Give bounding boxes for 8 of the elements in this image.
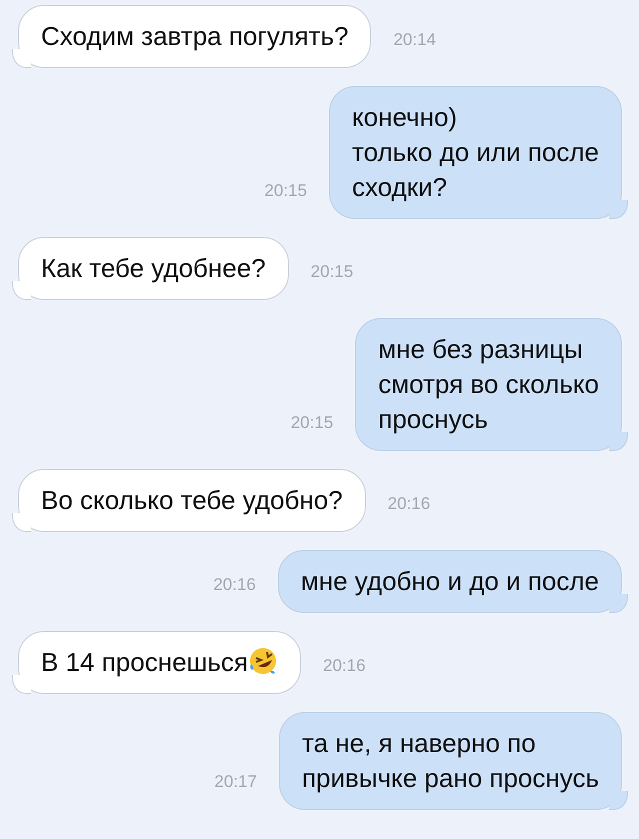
message-time: 20:15 (264, 181, 307, 201)
message-time: 20:17 (214, 772, 257, 792)
message-time: 20:16 (388, 494, 430, 514)
message-time: 20:16 (213, 575, 256, 595)
message-time: 20:15 (310, 262, 354, 282)
message-time: 20:14 (393, 30, 436, 50)
message-time: 20:16 (323, 656, 366, 676)
message-time: 20:15 (290, 413, 334, 433)
